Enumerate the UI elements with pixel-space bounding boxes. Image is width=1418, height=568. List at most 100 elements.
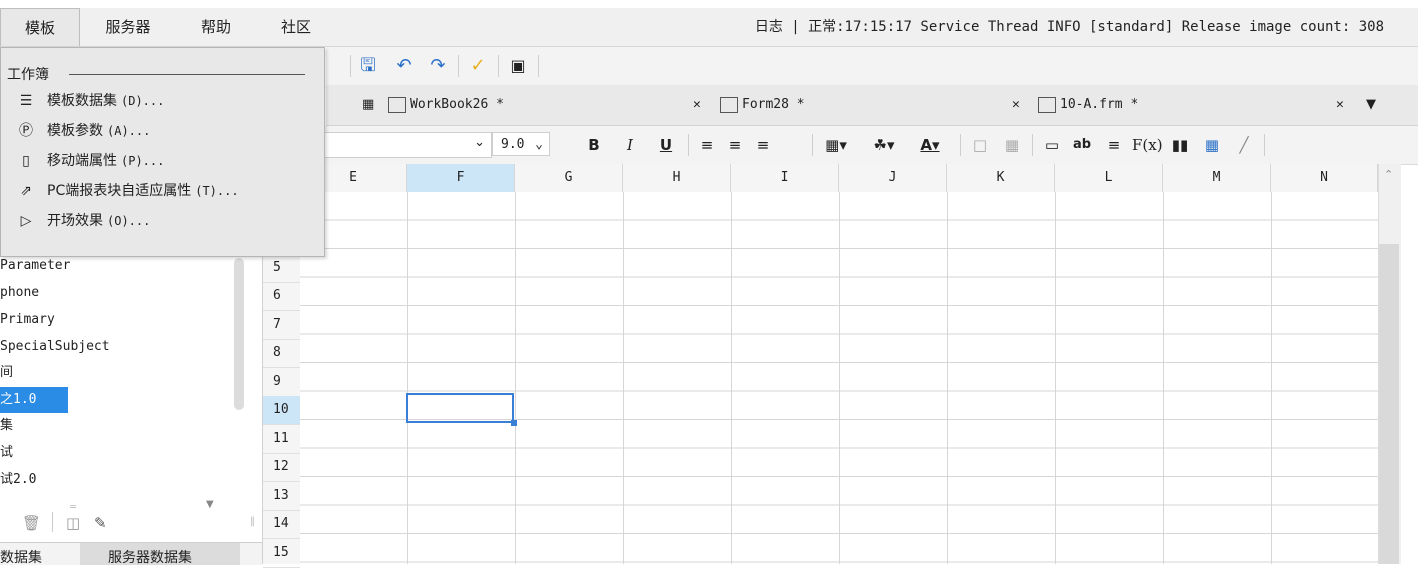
menu-help[interactable]: 帮助 (192, 8, 240, 46)
log-status[interactable]: 日志 | 正常:17:15:17 Service Thread INFO [st… (755, 8, 1384, 46)
row-header-cell[interactable]: 6 (263, 282, 300, 311)
form-icon (1038, 96, 1056, 113)
redo-icon[interactable]: ↷ (426, 55, 450, 77)
column-header-cell[interactable]: M (1163, 164, 1271, 192)
list-item[interactable]: 试2.0 (0, 467, 36, 493)
tab-label: WorkBook26 * (410, 97, 504, 112)
row-header-cell[interactable]: 12 (263, 453, 300, 482)
column-header-cell[interactable]: K (947, 164, 1055, 192)
list-item-selected[interactable]: 之1.0 (0, 387, 68, 413)
row-header-cell[interactable]: 10 (263, 396, 300, 425)
align-left-icon[interactable]: ≡ (696, 134, 718, 156)
image-icon[interactable]: ▦ (1200, 134, 1224, 156)
column-header-cell[interactable]: G (515, 164, 623, 192)
font-family-select[interactable]: ⌄ (300, 132, 492, 158)
row-header-cell[interactable]: 7 (263, 311, 300, 340)
menu-server[interactable]: 服务器 (96, 8, 160, 46)
rich-text-icon[interactable]: ab (1070, 134, 1094, 156)
column-header-cell[interactable]: I (731, 164, 839, 192)
row-header-cell[interactable]: 8 (263, 339, 300, 368)
close-icon[interactable]: ✕ (1012, 85, 1020, 125)
align-right-icon[interactable]: ≡ (752, 134, 774, 156)
fill-handle[interactable] (511, 420, 517, 426)
list-item[interactable]: 间 (0, 360, 13, 386)
resize-icon: ⇗ (20, 183, 32, 199)
format-painter-icon[interactable]: ✓ (466, 55, 490, 77)
font-size-value: 9.0 (501, 137, 525, 152)
delete-icon[interactable]: 🗑 (22, 514, 41, 532)
fill-color-icon[interactable]: ☘▾ (866, 134, 902, 156)
text-field-icon[interactable]: ▭ (1040, 134, 1064, 156)
menu-item-pc-adaptive[interactable]: ⇗ PC端报表块自适应属性 (T)... (15, 178, 239, 204)
underline-button[interactable]: U (656, 134, 676, 156)
align-center-icon[interactable]: ≡ (724, 134, 746, 156)
menu-item-opening-effect[interactable]: ▷ 开场效果 (O)... (15, 208, 151, 234)
new-workbook-icon[interactable]: ▦ (362, 85, 374, 125)
preview-icon[interactable]: ◫ (66, 514, 80, 532)
scrollbar-thumb[interactable] (1379, 244, 1399, 564)
collapse-icon[interactable]: ▼ (206, 499, 214, 510)
list-item[interactable]: phone (0, 280, 39, 306)
list-item[interactable]: Primary (0, 307, 55, 333)
list-item[interactable]: SpecialSubject (0, 334, 110, 360)
row-header-cell[interactable]: 13 (263, 482, 300, 511)
save-icon[interactable]: 🖫 (356, 55, 380, 77)
panel-scrollbar[interactable] (234, 258, 244, 410)
tab-10a[interactable]: 10-A.frm * ✕ (1038, 85, 1358, 125)
cell-grid[interactable] (300, 192, 1378, 564)
menu-shortcut: (T)... (195, 184, 239, 198)
menu-item-mobile-properties[interactable]: ▯ 移动端属性 (P)... (15, 148, 164, 174)
row-header-cell[interactable]: 5 (263, 254, 300, 283)
menu-item-label: 模板参数 (47, 123, 103, 139)
close-icon[interactable]: ✕ (693, 85, 701, 125)
play-icon: ▷ (20, 213, 32, 229)
column-header-cell[interactable]: F (407, 164, 515, 192)
tab-label: Form28 * (742, 97, 805, 112)
split-cells-icon[interactable]: ▦ (1000, 134, 1024, 156)
tab-form28[interactable]: Form28 * ✕ (720, 85, 1030, 125)
resize-grip[interactable]: ‖ (250, 516, 255, 527)
column-header-cell[interactable]: H (623, 164, 731, 192)
menu-item-label: PC端报表块自适应属性 (47, 183, 192, 199)
tab-template-dataset[interactable]: 数据集 (0, 547, 42, 567)
mobile-icon: ▯ (22, 153, 30, 169)
border-icon[interactable]: ▦▾ (820, 134, 852, 156)
menu-item-label: 开场效果 (47, 213, 103, 229)
merge-cells-icon[interactable]: □ (968, 134, 992, 156)
preview-icon[interactable]: ▣ (506, 55, 530, 77)
diagonal-icon[interactable]: ╱ (1232, 134, 1256, 156)
parameter-icon: Ⓟ (19, 123, 33, 139)
row-header-cell[interactable]: 14 (263, 510, 300, 539)
workbook-icon (388, 96, 406, 113)
bold-button[interactable]: B (584, 134, 604, 156)
chevron-up-icon[interactable]: ⌃ (1384, 168, 1393, 181)
menu-community[interactable]: 社区 (272, 8, 320, 46)
column-header-cell[interactable]: J (839, 164, 947, 192)
selected-cell[interactable] (406, 393, 514, 423)
column-header-cell[interactable]: N (1271, 164, 1378, 192)
database-icon: ☰ (19, 93, 33, 109)
undo-icon[interactable]: ↶ (392, 55, 416, 77)
menu-template[interactable]: 模板 (0, 8, 80, 46)
row-header-cell[interactable]: 15 (263, 539, 300, 568)
formula-icon[interactable]: F(x) (1132, 134, 1163, 156)
row-header-cell[interactable]: 11 (263, 425, 300, 454)
font-color-icon[interactable]: A▾ (912, 134, 948, 156)
font-size-select[interactable]: 9.0 ⌄ (492, 132, 550, 156)
chart-icon[interactable]: ▮▮ (1168, 134, 1192, 156)
menu-item-template-parameter[interactable]: Ⓟ 模板参数 (A)... (15, 118, 150, 144)
tab-workbook26[interactable]: WorkBook26 * ✕ (388, 85, 718, 125)
menu-item-template-dataset[interactable]: ☰ 模板数据集 (D)... (15, 88, 165, 114)
column-header-cell[interactable]: L (1055, 164, 1163, 192)
italic-button[interactable]: I (620, 134, 640, 156)
menu-item-label: 模板数据集 (47, 93, 117, 109)
tab-list-icon[interactable]: ▼ (1366, 85, 1376, 125)
list-item[interactable]: 试 (0, 440, 13, 466)
close-icon[interactable]: ✕ (1336, 85, 1344, 125)
edit-icon[interactable]: ✎ (94, 514, 107, 532)
chevron-down-icon: ⌄ (535, 137, 543, 152)
list-item[interactable]: 集 (0, 413, 13, 439)
tab-server-dataset[interactable]: 服务器数据集 (108, 547, 192, 567)
paragraph-icon[interactable]: ≡ (1102, 134, 1126, 156)
row-header-cell[interactable]: 9 (263, 368, 300, 397)
